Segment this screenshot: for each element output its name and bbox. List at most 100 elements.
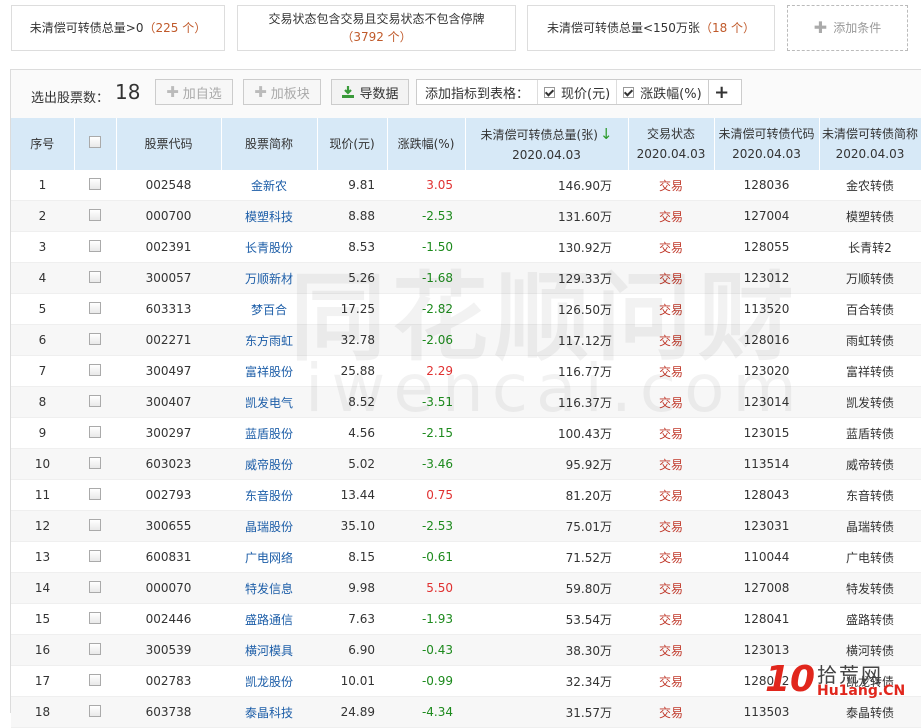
col-header-bond-name[interactable]: 未清偿可转债简称 2020.04.03 [819,118,921,170]
cell-total: 126.50万 [465,293,628,325]
row-checkbox[interactable] [89,425,101,438]
stock-name-link[interactable]: 模塑科技 [245,210,293,224]
table-row[interactable]: 9 300297 蓝盾股份 4.56 -2.15 100.43万 交易 123015 蓝盾转债 [11,417,921,449]
col-header-change[interactable]: 涨跌幅(%) [387,118,466,170]
table-row[interactable]: 6 002271 东方雨虹 32.78 -2.06 117.12万 交易 128016 雨虹转债 [11,324,921,356]
cell-code: 000700 [116,200,221,232]
table-row[interactable]: 8 300407 凯发电气 8.52 -3.51 116.37万 交易 123014 凯发转债 [11,386,921,418]
col-header-select-all[interactable] [74,118,117,170]
stock-name-link[interactable]: 东方雨虹 [245,334,293,348]
row-checkbox[interactable] [89,363,101,376]
row-checkbox[interactable] [89,642,101,655]
stock-name-link[interactable]: 凯发电气 [245,396,293,410]
row-checkbox[interactable] [89,270,101,283]
stock-name-link[interactable]: 金新农 [251,179,287,193]
col-header-status[interactable]: 交易状态 2020.04.03 [628,118,715,170]
row-checkbox[interactable] [89,580,101,593]
checkbox-checked-icon [623,86,635,98]
cell-idx: 5 [11,293,74,325]
table-row[interactable]: 14 000070 特发信息 9.98 5.50 59.80万 交易 127008 特发转债 [11,572,921,604]
row-checkbox[interactable] [89,177,101,190]
table-row[interactable]: 5 603313 梦百合 17.25 -2.82 126.50万 交易 113520 百合转债 [11,293,921,325]
row-checkbox[interactable] [89,394,101,407]
cell-name: 模塑科技 [221,200,317,232]
stock-name-link[interactable]: 盛路通信 [245,613,293,627]
stock-name-link[interactable]: 东音股份 [245,489,293,503]
condition-chip-1[interactable]: 未清偿可转债总量>0（225 个） [11,5,225,51]
add-metric-button[interactable]: + [707,80,735,104]
row-checkbox[interactable] [89,208,101,221]
table-row[interactable]: 15 002446 盛路通信 7.63 -1.93 53.54万 交易 128041 盛路转债 [11,603,921,635]
export-data-label: 导数据 [359,86,399,102]
cell-change: -3.51 [421,395,453,409]
col-header-price[interactable]: 现价(元) [317,118,388,170]
row-checkbox[interactable] [89,611,101,624]
cell-bond-name: 东音转债 [845,488,894,503]
col-header-bond-code[interactable]: 未清偿可转债代码 2020.04.03 [714,118,820,170]
cell-status: 交易 [628,293,714,325]
table-row[interactable]: 1 002548 金新农 9.81 3.05 146.90万 交易 128036 金农转债 [11,170,921,201]
row-checkbox[interactable] [89,301,101,314]
cell-change: -3.46 [387,448,465,480]
stock-name-link[interactable]: 蓝盾股份 [245,427,293,441]
row-checkbox[interactable] [89,456,101,469]
stock-name-link[interactable]: 晶瑞股份 [245,520,293,534]
col-header-code[interactable]: 股票代码 [116,118,222,170]
cell-name: 广电网络 [221,541,317,573]
cell-select [74,665,116,697]
cell-stock-code: 603738 [145,705,192,719]
cell-bond-total: 59.80万 [565,581,612,596]
cell-name: 长青股份 [221,231,317,263]
cell-change: -2.53 [387,510,465,542]
table-row[interactable]: 11 002793 东音股份 13.44 0.75 81.20万 交易 128043 东音转债 [11,479,921,511]
condition-chip-3[interactable]: 未清偿可转债总量<150万张（18 个） [527,5,775,51]
add-watchlist-button[interactable]: ✚ 加自选 [155,79,233,105]
stock-name-link[interactable]: 凯龙股份 [245,675,293,689]
col-header-index[interactable]: 序号 [11,118,75,170]
condition-text: 未清偿可转债总量<150万张 [546,21,700,35]
row-checkbox[interactable] [89,518,101,531]
cell-idx: 8 [11,386,74,418]
select-all-checkbox[interactable] [89,136,101,148]
stock-name-link[interactable]: 特发信息 [245,582,293,596]
stock-name-link[interactable]: 梦百合 [251,303,287,317]
condition-chip-2[interactable]: 交易状态包含交易且交易状态不包含停牌 （3792 个） [237,5,516,51]
add-watchlist-label: 加自选 [182,86,222,102]
cell-status: 交易 [628,448,714,480]
stock-name-link[interactable]: 万顺新材 [245,272,293,286]
stock-name-link[interactable]: 横河模具 [245,644,293,658]
cell-bond-name: 模塑转债 [819,200,921,232]
add-block-button[interactable]: ✚ 加板块 [243,79,321,105]
cell-code: 300539 [116,634,221,666]
row-checkbox[interactable] [89,549,101,562]
col-header-total[interactable]: 未清偿可转债总量(张) ↓ 2020.04.03 [465,118,629,170]
metric-change-checkbox[interactable]: 涨跌幅(%) [616,80,708,104]
table-row[interactable]: 13 600831 广电网络 8.15 -0.61 71.52万 交易 110044 广电转债 [11,541,921,573]
stock-name-link[interactable]: 长青股份 [245,241,293,255]
metric-price-checkbox[interactable]: 现价(元) [537,80,616,104]
cell-total: 129.33万 [465,262,628,294]
cell-change: -1.68 [387,262,465,294]
row-checkbox[interactable] [89,239,101,252]
table-row[interactable]: 10 603023 威帝股份 5.02 -3.46 95.92万 交易 113514 威帝转债 [11,448,921,480]
stock-name-link[interactable]: 广电网络 [245,551,293,565]
cell-index: 4 [38,271,47,285]
table-row[interactable]: 12 300655 晶瑞股份 35.10 -2.53 75.01万 交易 123031 晶瑞转债 [11,510,921,542]
table-row[interactable]: 7 300497 富祥股份 25.88 2.29 116.77万 交易 123020 富祥转债 [11,355,921,387]
table-row[interactable]: 3 002391 长青股份 8.53 -1.50 130.92万 交易 128055 长青转2 [11,231,921,263]
row-checkbox[interactable] [89,673,101,686]
row-checkbox[interactable] [89,487,101,500]
table-row[interactable]: 2 000700 模塑科技 8.88 -2.53 131.60万 交易 127004 模塑转债 [11,200,921,232]
cell-index: 14 [34,581,51,595]
export-data-button[interactable]: 导数据 [331,79,409,105]
stock-name-link[interactable]: 富祥股份 [245,365,293,379]
add-condition-button[interactable]: ✚ 添加条件 [787,5,908,51]
cell-price: 5.26 [348,271,375,285]
cell-bond-code: 128043 [743,488,790,502]
cell-bond-code: 123014 [743,395,790,409]
stock-name-link[interactable]: 威帝股份 [245,458,293,472]
row-checkbox[interactable] [89,332,101,345]
row-checkbox[interactable] [89,704,101,717]
col-header-name[interactable]: 股票简称 [221,118,318,170]
table-row[interactable]: 4 300057 万顺新材 5.26 -1.68 129.33万 交易 123012 万顺转债 [11,262,921,294]
